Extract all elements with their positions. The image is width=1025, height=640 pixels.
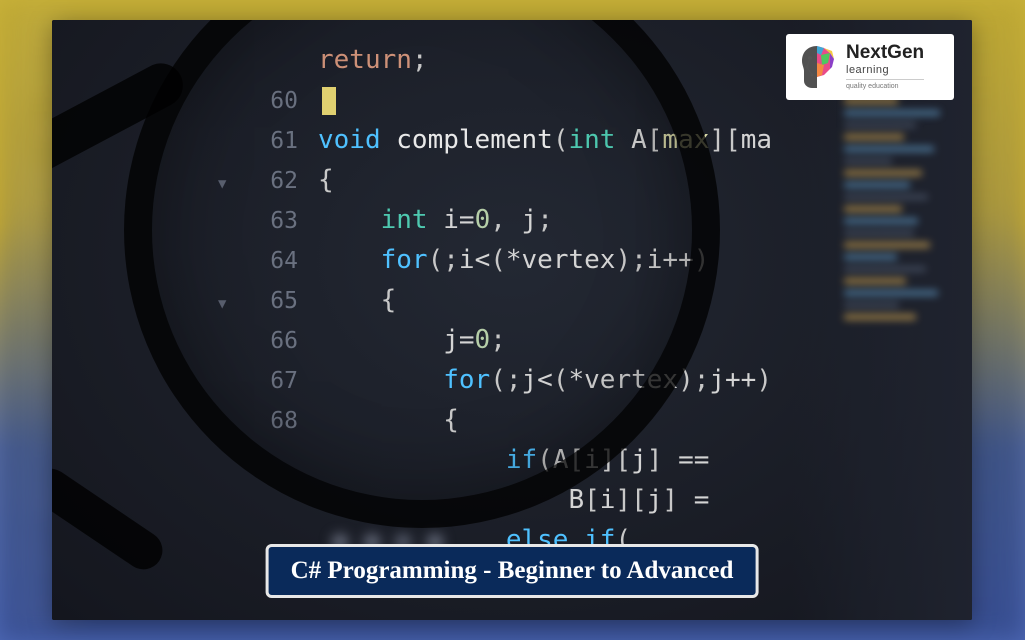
- code-line: 67 for(;j<(*vertex);j++): [252, 360, 772, 400]
- code-line: 64 for(;i<(*vertex);i++): [252, 240, 772, 280]
- code-line: return;: [252, 40, 772, 80]
- brand-subtitle: learning: [846, 64, 924, 76]
- magnifier-handle-top: [52, 56, 191, 189]
- code-line: 61void complement(int A[max][ma: [252, 120, 772, 160]
- code-line: ▼65 {: [252, 280, 772, 320]
- code-editor-background: return;6061void complement(int A[max][ma…: [52, 20, 972, 620]
- brand-logo: NextGen learning quality education: [786, 34, 954, 100]
- code-content: return;6061void complement(int A[max][ma…: [252, 40, 772, 560]
- code-line: 60: [252, 80, 772, 120]
- magnifier-handle-bottom: [52, 461, 170, 576]
- code-line: if(A[i][j] ==: [252, 440, 772, 480]
- code-line: 66 j=0;: [252, 320, 772, 360]
- course-title-bar: C# Programming - Beginner to Advanced: [266, 544, 759, 598]
- code-line: 63 int i=0, j;: [252, 200, 772, 240]
- code-line: ▼62{: [252, 160, 772, 200]
- brand-tagline: quality education: [846, 79, 924, 91]
- code-line: 68 {: [252, 400, 772, 440]
- course-title: C# Programming - Beginner to Advanced: [291, 557, 734, 585]
- course-card: return;6061void complement(int A[max][ma…: [52, 20, 972, 620]
- brand-name: NextGen: [846, 43, 924, 64]
- brain-icon: [796, 43, 838, 91]
- code-line: B[i][j] =: [252, 480, 772, 520]
- minimap: [844, 80, 964, 540]
